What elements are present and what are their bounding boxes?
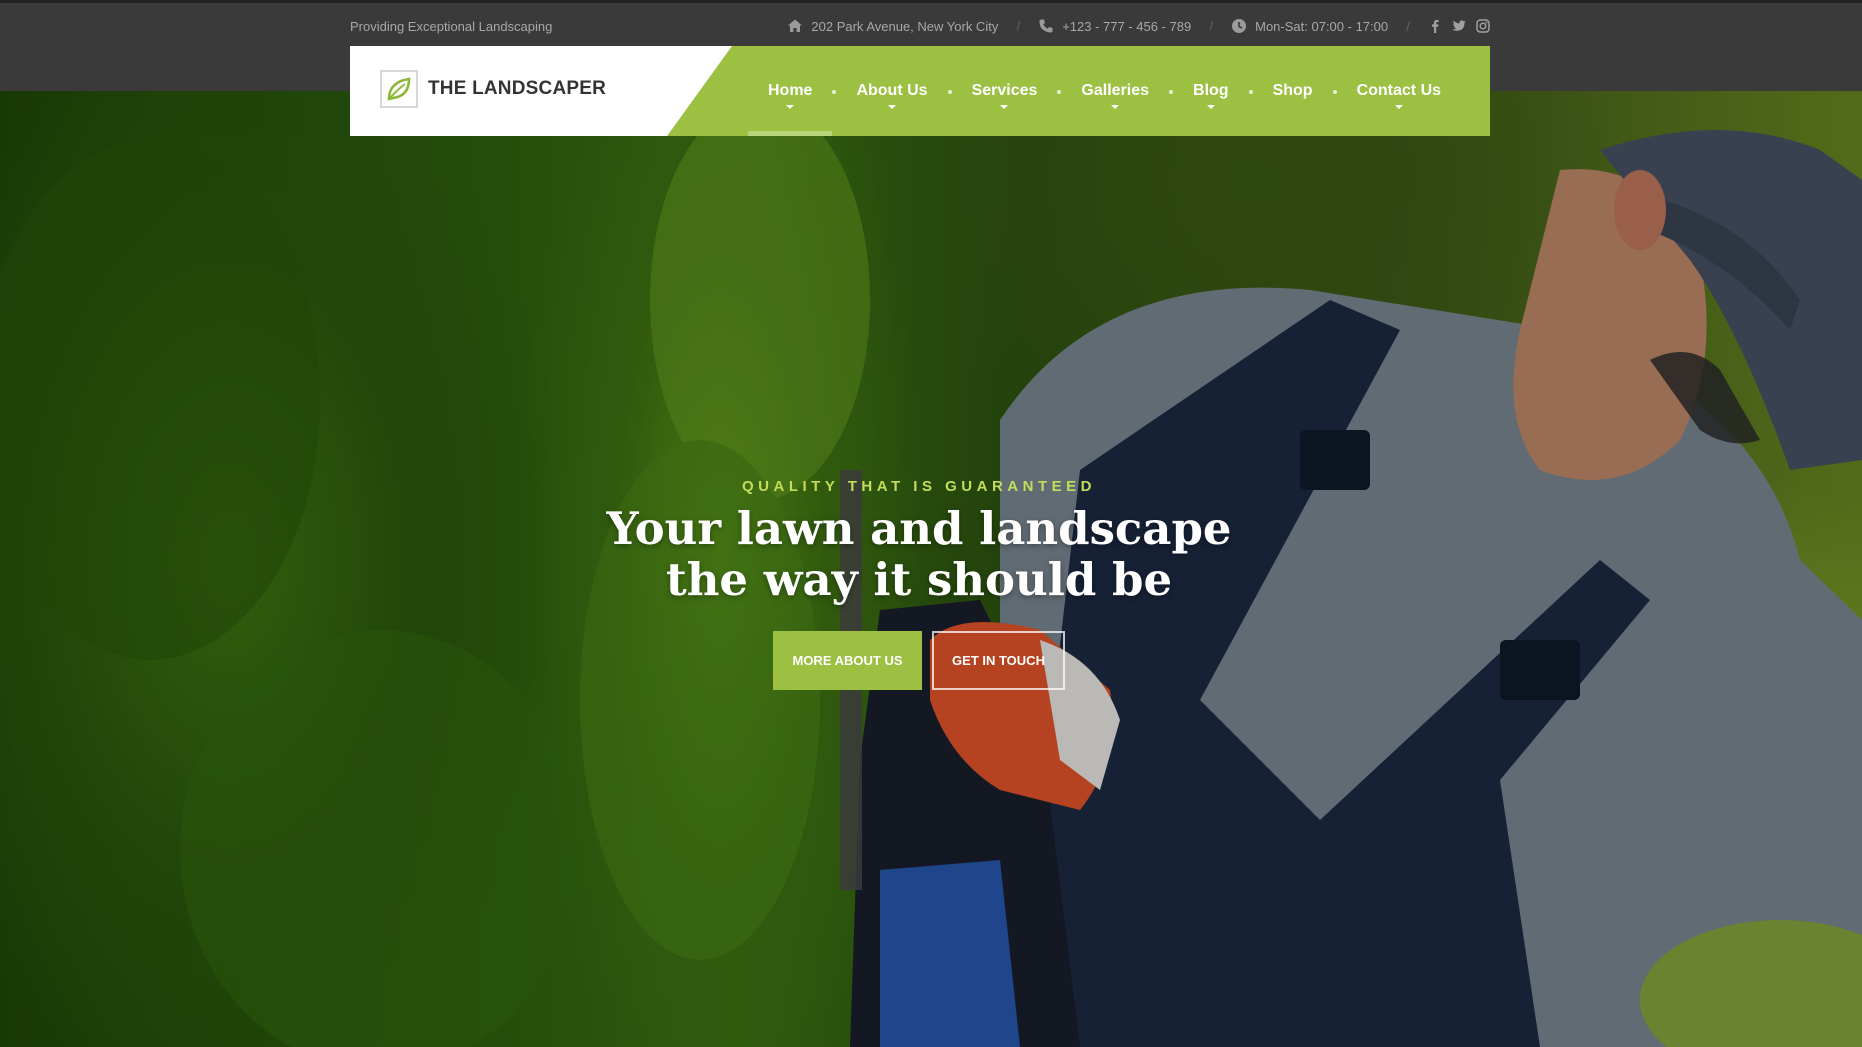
home-icon (787, 18, 803, 34)
nav-item-label: Shop (1272, 82, 1313, 99)
phone-item[interactable]: +123 - 777 - 456 - 789 (1038, 18, 1191, 34)
more-about-us-button[interactable]: MORE ABOUT US (773, 631, 922, 690)
nav-item-label: Services (971, 82, 1038, 99)
hero-headline-line-2: the way it should be (665, 553, 1173, 606)
chevron-down-icon (1206, 105, 1215, 109)
separator: / (1406, 18, 1410, 34)
facebook-icon[interactable] (1428, 19, 1442, 33)
logo-panel: THE LANDSCAPER (350, 46, 732, 136)
chevron-down-icon (888, 105, 896, 109)
get-in-touch-button[interactable]: GET IN TOUCH (932, 631, 1065, 690)
nav-item-contact-us[interactable]: Contact Us (1337, 46, 1461, 136)
nav-item-label: Contact Us (1356, 82, 1442, 99)
separator: / (1016, 18, 1021, 34)
twitter-icon[interactable] (1452, 19, 1466, 33)
phone-icon (1038, 18, 1054, 34)
nav-item-label: Blog (1193, 82, 1229, 99)
nav-item-label: Galleries (1081, 82, 1150, 99)
main-navigation: Home About Us Services Galleries Blog Sh… (748, 46, 1461, 136)
nav-item-galleries[interactable]: Galleries (1061, 46, 1169, 136)
address-text: 202 Park Avenue, New York City (811, 18, 999, 34)
site-header: THE LANDSCAPER Home About Us Services Ga… (350, 46, 1490, 136)
nav-item-about-us[interactable]: About Us (836, 46, 947, 136)
hours-item: Mon-Sat: 07:00 - 17:00 (1231, 18, 1388, 34)
nav-item-label: Home (768, 82, 813, 99)
hero-eyebrow: QUALITY THAT IS GUARANTEED (742, 478, 1096, 495)
phone-text: +123 - 777 - 456 - 789 (1062, 18, 1192, 34)
hero-cta-row: MORE ABOUT US GET IN TOUCH (0, 631, 1838, 690)
contact-info: 202 Park Avenue, New York City / +123 - … (787, 18, 1490, 34)
hours-text: Mon-Sat: 07:00 - 17:00 (1255, 18, 1389, 34)
address-item: 202 Park Avenue, New York City (787, 18, 998, 34)
instagram-icon[interactable] (1476, 19, 1490, 33)
chevron-down-icon (1111, 105, 1120, 109)
site-tagline: Providing Exceptional Landscaping (350, 18, 553, 34)
site-logo[interactable]: THE LANDSCAPER (380, 70, 606, 108)
page: Providing Exceptional Landscaping 202 Pa… (0, 0, 1862, 1047)
nav-item-services[interactable]: Services (952, 46, 1058, 136)
social-links (1428, 19, 1490, 33)
chevron-down-icon (1394, 105, 1403, 109)
chevron-down-icon (1000, 105, 1009, 109)
leaf-icon (380, 70, 418, 108)
nav-item-home[interactable]: Home (748, 46, 833, 136)
hero-headline: Your lawn and landscape the way it shoul… (0, 503, 1838, 605)
clock-icon (1231, 18, 1247, 34)
hero-headline-line-1: Your lawn and landscape (606, 502, 1232, 555)
nav-item-blog[interactable]: Blog (1173, 46, 1249, 136)
top-info-bar-inner: Providing Exceptional Landscaping 202 Pa… (350, 3, 1490, 49)
logo-text: THE LANDSCAPER (428, 78, 607, 99)
separator: / (1209, 18, 1214, 34)
nav-item-shop[interactable]: Shop (1253, 46, 1333, 136)
chevron-down-icon (786, 105, 795, 109)
hero-content: QUALITY THAT IS GUARANTEED Your lawn and… (0, 478, 1838, 690)
nav-item-label: About Us (856, 82, 928, 99)
